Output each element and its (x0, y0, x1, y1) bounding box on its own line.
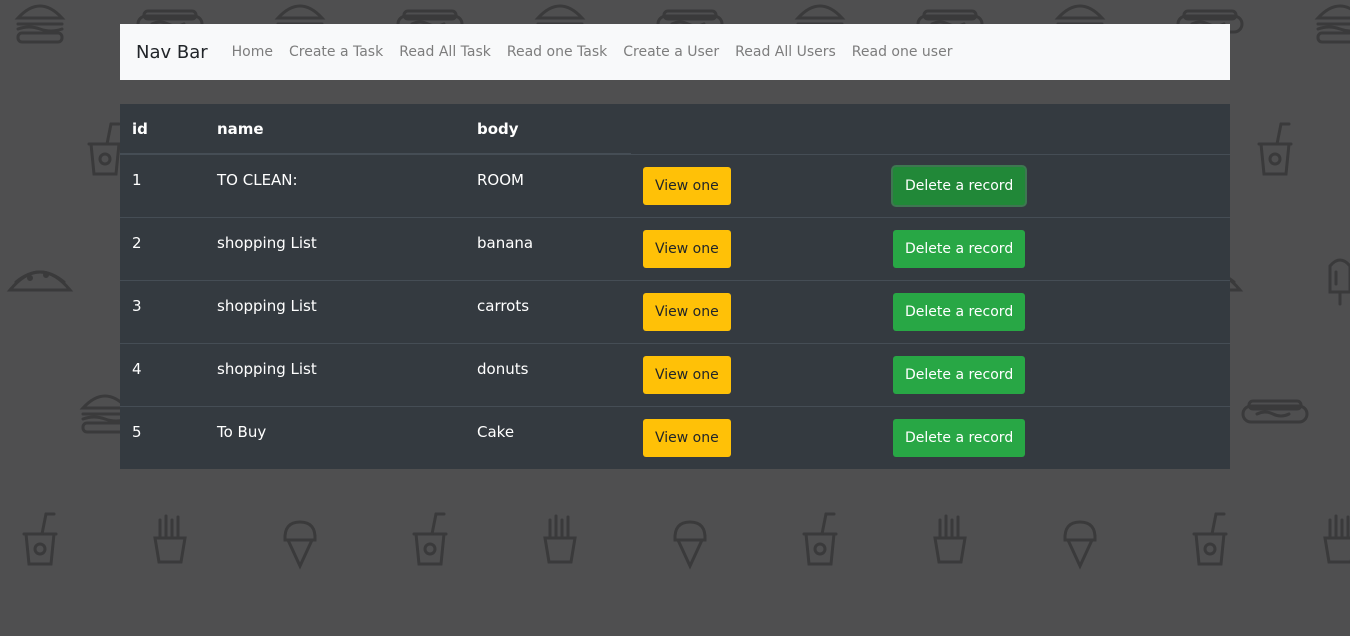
cell-name: shopping List (205, 216, 465, 280)
ice-cream-icon (1063, 520, 1097, 570)
cell-view-action: View one (631, 153, 881, 217)
column-header-body: body (465, 104, 631, 155)
nav-link-create-task[interactable]: Create a Task (289, 44, 383, 60)
fries-icon (543, 514, 577, 564)
table-row: 3 shopping List carrots View one Delete … (120, 279, 1230, 343)
column-header-delete-action (881, 104, 1230, 154)
cell-view-action: View one (631, 216, 881, 280)
fries-icon (1323, 514, 1350, 564)
soda-cup-icon (412, 512, 448, 566)
taco-icon (6, 270, 74, 292)
delete-record-button[interactable]: Delete a record (893, 418, 1026, 457)
nav-link-create-user[interactable]: Create a User (623, 44, 719, 60)
soda-cup-icon (1257, 122, 1293, 176)
burger-icon (14, 4, 66, 44)
fries-icon (933, 514, 967, 564)
delete-record-button[interactable]: Delete a record (893, 229, 1026, 268)
table-row: 5 To Buy Cake View one Delete a record (120, 405, 1230, 469)
nav-link-read-all-task[interactable]: Read All Task (399, 44, 491, 60)
cell-body: banana (465, 216, 631, 280)
delete-record-button[interactable]: Delete a record (893, 355, 1026, 394)
cell-delete-action: Delete a record (881, 279, 1230, 343)
cell-delete-action: Delete a record (881, 342, 1230, 406)
cell-view-action: View one (631, 342, 881, 406)
view-one-button[interactable]: View one (643, 166, 731, 205)
cell-id: 4 (120, 342, 205, 406)
column-header-id: id (120, 104, 205, 155)
soda-cup-icon (87, 122, 123, 176)
column-header-name: name (205, 104, 465, 155)
navbar: Nav Bar Home Create a Task Read All Task… (120, 24, 1230, 80)
cell-body: donuts (465, 342, 631, 406)
nav-link-read-one-user[interactable]: Read one user (852, 44, 953, 60)
ice-cream-icon (283, 520, 317, 570)
delete-record-button[interactable]: Delete a record (893, 166, 1026, 205)
cell-delete-action: Delete a record (881, 216, 1230, 280)
cell-name: shopping List (205, 342, 465, 406)
cell-body: ROOM (465, 153, 631, 217)
nav-link-read-one-task[interactable]: Read one Task (507, 44, 607, 60)
soda-cup-icon (802, 512, 838, 566)
view-one-button[interactable]: View one (643, 229, 731, 268)
fries-icon (153, 514, 187, 564)
cell-name: TO CLEAN: (205, 153, 465, 217)
cell-view-action: View one (631, 279, 881, 343)
table-row: 1 TO CLEAN: ROOM View one Delete a recor… (120, 153, 1230, 217)
cell-id: 2 (120, 216, 205, 280)
cell-delete-action: Delete a record (881, 405, 1230, 469)
hotdog-icon (1241, 399, 1309, 424)
cell-view-action: View one (631, 405, 881, 469)
view-one-button[interactable]: View one (643, 292, 731, 331)
popsicle-icon (1328, 258, 1350, 306)
cell-body: carrots (465, 279, 631, 343)
cell-id: 3 (120, 279, 205, 343)
burger-icon (1314, 4, 1350, 44)
nav-links: Home Create a Task Read All Task Read on… (232, 44, 953, 60)
table-row: 4 shopping List donuts View one Delete a… (120, 342, 1230, 406)
delete-record-button[interactable]: Delete a record (893, 292, 1026, 331)
table-row: 2 shopping List banana View one Delete a… (120, 216, 1230, 280)
cell-id: 5 (120, 405, 205, 469)
column-header-view-action (631, 104, 881, 154)
task-table: id name body 1 TO CLEAN: ROOM View one D… (120, 104, 1230, 469)
cell-name: shopping List (205, 279, 465, 343)
ice-cream-icon (673, 520, 707, 570)
nav-link-home[interactable]: Home (232, 44, 273, 60)
cell-delete-action: Delete a record (881, 153, 1230, 217)
view-one-button[interactable]: View one (643, 418, 731, 457)
table-header-row: id name body (120, 104, 1230, 155)
cell-name: To Buy (205, 405, 465, 469)
cell-id: 1 (120, 153, 205, 217)
soda-cup-icon (22, 512, 58, 566)
navbar-brand[interactable]: Nav Bar (136, 42, 208, 63)
cell-body: Cake (465, 405, 631, 469)
view-one-button[interactable]: View one (643, 355, 731, 394)
soda-cup-icon (1192, 512, 1228, 566)
nav-link-read-all-users[interactable]: Read All Users (735, 44, 836, 60)
